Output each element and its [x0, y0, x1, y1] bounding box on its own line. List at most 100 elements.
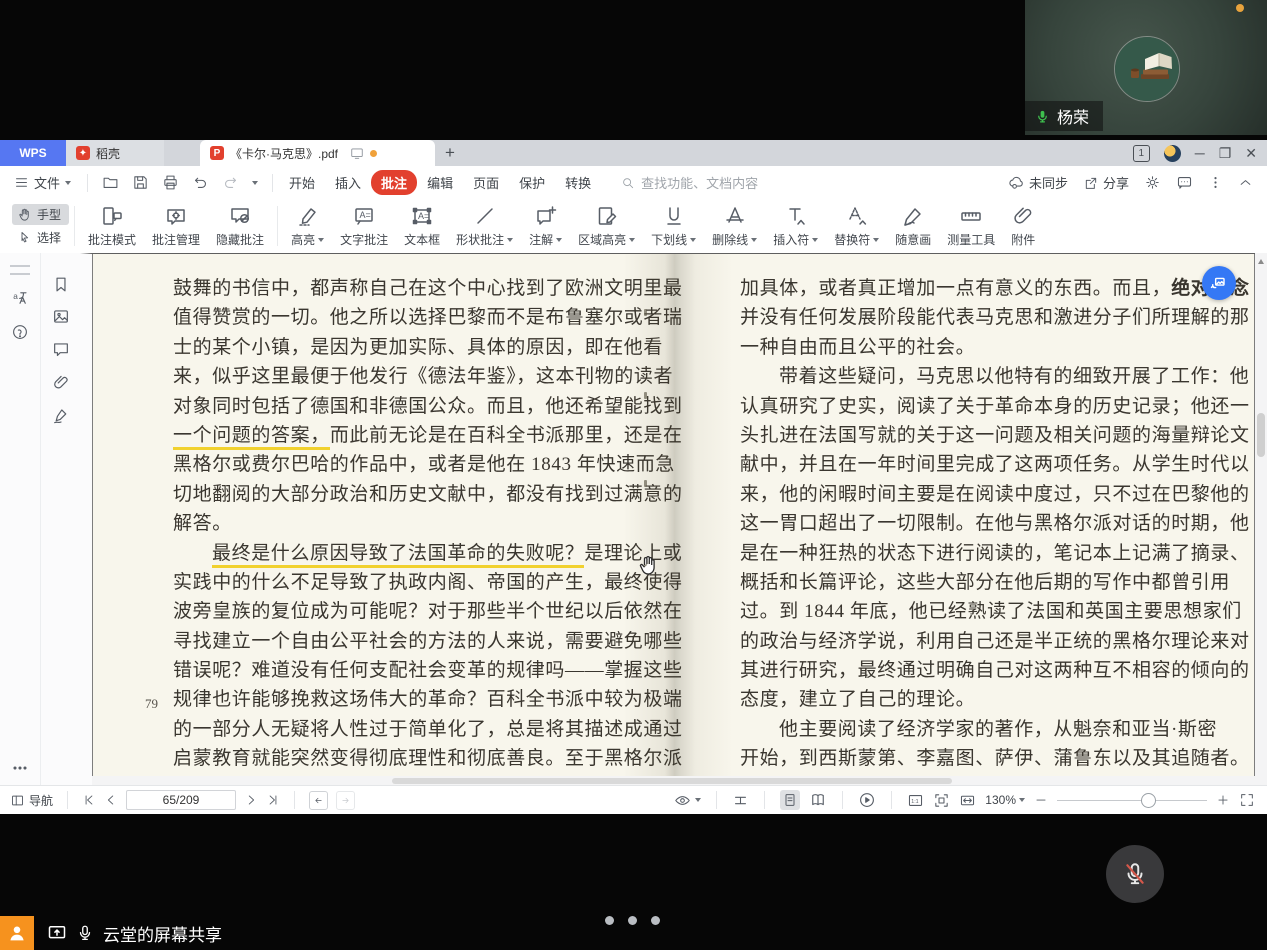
panel-handle[interactable] [10, 265, 30, 275]
actual-size-icon[interactable]: 1:1 [907, 792, 924, 809]
floating-extract-button[interactable] [1202, 266, 1236, 300]
webcam-tile[interactable]: 杨荣 [1025, 0, 1267, 135]
fit-page-icon[interactable] [933, 792, 950, 809]
book-text: 认真研究了史实，阅读了关于革命本身的历史记录；他还一 [740, 396, 1250, 417]
single-page-view-button[interactable] [780, 790, 800, 810]
freehand-draw-button[interactable]: 随意画 [887, 202, 939, 250]
zoom-level[interactable]: 130% [985, 793, 1025, 807]
menu-item-comment-active[interactable]: 批注 [371, 170, 417, 195]
comment-icon[interactable] [52, 340, 71, 359]
next-page-icon[interactable] [244, 793, 258, 807]
history-back-button[interactable] [309, 791, 328, 810]
zoom-out-button[interactable] [1034, 793, 1048, 807]
shape-comment-button[interactable]: 形状批注 [448, 202, 521, 250]
participant-name: 杨荣 [1057, 104, 1089, 128]
help-icon[interactable] [11, 323, 29, 341]
scrollbar-thumb[interactable] [1257, 413, 1265, 457]
zoom-in-button[interactable] [1216, 793, 1230, 807]
menu-item-convert[interactable]: 转换 [555, 170, 601, 195]
vertical-scrollbar[interactable] [1255, 253, 1267, 785]
scroll-mode-icon[interactable] [732, 792, 749, 809]
book-text-line: 寻找建立一个自由公平社会的方法的人来说，需要避免哪些 [173, 627, 613, 656]
menu-item-edit[interactable]: 编辑 [417, 170, 463, 195]
hide-comments-button[interactable]: 隐藏批注 [208, 202, 272, 250]
more-dots-icon[interactable] [10, 758, 30, 778]
comment-mode-button[interactable]: 批注模式 [80, 202, 144, 250]
page-number-input[interactable]: 65/209 [126, 790, 236, 810]
wps-home-button[interactable]: WPS [0, 140, 66, 166]
insert-caret-button[interactable]: 插入符 [765, 202, 826, 250]
navigation-toggle[interactable]: 导航 [10, 792, 53, 809]
text-comment-button[interactable]: A= 文字批注 [332, 202, 396, 250]
signature-icon[interactable] [52, 406, 71, 425]
document-viewport[interactable]: 鼓舞的书信中，都声称自己在这个中心找到了欧洲文明里最值得赞赏的一切。他之所以选择… [80, 253, 1255, 786]
minimize-button[interactable]: ─ [1195, 146, 1205, 160]
first-page-icon[interactable] [82, 793, 96, 807]
feedback-bubble-icon[interactable] [1176, 174, 1193, 191]
tab-docer[interactable]: ✦ 稻壳 [66, 140, 164, 166]
scrollbar-thumb[interactable] [392, 778, 952, 784]
save-icon[interactable] [132, 174, 149, 191]
maximize-button[interactable]: ❐ [1219, 146, 1232, 160]
area-highlight-button[interactable]: 区域高亮 [570, 202, 643, 250]
kebab-menu-icon[interactable] [1208, 175, 1223, 190]
dot[interactable] [628, 916, 637, 925]
note-button[interactable]: 注解 [521, 202, 570, 250]
new-tab-button[interactable]: + [435, 140, 465, 166]
close-button[interactable]: ✕ [1245, 146, 1257, 160]
slider-thumb[interactable] [1141, 793, 1156, 808]
select-tool-button[interactable]: 选择 [12, 227, 69, 248]
quickbar-more-icon[interactable] [252, 181, 258, 185]
measure-tool-button[interactable]: 测量工具 [939, 202, 1003, 250]
mic-on-icon [1035, 109, 1050, 124]
menu-item-page[interactable]: 页面 [463, 170, 509, 195]
image-icon[interactable] [52, 307, 71, 326]
menu-item-start[interactable]: 开始 [279, 170, 325, 195]
tab-document[interactable]: P 《卡尔·马克思》.pdf [200, 140, 435, 166]
search-box[interactable]: 查找功能、文档内容 [621, 173, 758, 192]
zoom-slider[interactable] [1057, 793, 1207, 807]
history-forward-button[interactable] [336, 791, 355, 810]
bookmark-icon[interactable] [52, 275, 71, 294]
doc-count-badge[interactable]: 1 [1133, 145, 1150, 162]
highlight-button[interactable]: 高亮 [283, 202, 332, 250]
search-icon [621, 176, 635, 190]
participant-badge[interactable] [0, 916, 34, 950]
tool-label: 删除线 [712, 231, 757, 248]
print-icon[interactable] [162, 174, 179, 191]
view-options-button[interactable] [674, 792, 701, 809]
dot[interactable] [605, 916, 614, 925]
slider-track [1057, 800, 1207, 802]
redo-icon[interactable] [222, 174, 239, 191]
book-text: 献中，并且在一年时间里完成了这两项任务。从学生时代以 [740, 454, 1250, 475]
collapse-ribbon-icon[interactable] [1238, 175, 1253, 190]
last-page-icon[interactable] [266, 793, 280, 807]
text-box-button[interactable]: A= 文本框 [396, 202, 448, 250]
paperclip-icon[interactable] [52, 373, 71, 392]
menu-item-protect[interactable]: 保护 [509, 170, 555, 195]
attachment-button[interactable]: 附件 [1003, 202, 1043, 250]
translate-icon[interactable]: a [11, 289, 29, 307]
account-avatar[interactable] [1164, 145, 1181, 162]
undo-icon[interactable] [192, 174, 209, 191]
share-button[interactable]: 分享 [1083, 173, 1129, 192]
open-folder-icon[interactable] [102, 174, 119, 191]
dot[interactable] [651, 916, 660, 925]
prev-page-icon[interactable] [104, 793, 118, 807]
two-page-view-icon[interactable] [809, 791, 827, 809]
scroll-up-arrow[interactable] [1258, 259, 1264, 264]
hand-tool-button[interactable]: 手型 [12, 204, 69, 225]
comment-manage-button[interactable]: 批注管理 [144, 202, 208, 250]
fit-width-icon[interactable] [959, 792, 976, 809]
slide-dots[interactable] [605, 916, 660, 925]
strikethrough-button[interactable]: 删除线 [704, 202, 765, 250]
fullscreen-icon[interactable] [1239, 792, 1255, 808]
mic-muted-button[interactable] [1106, 845, 1164, 903]
replace-mark-button[interactable]: 替换符 [826, 202, 887, 250]
sync-status[interactable]: 未同步 [1008, 173, 1068, 192]
settings-gear-icon[interactable] [1144, 174, 1161, 191]
underline-button[interactable]: 下划线 [643, 202, 704, 250]
file-menu[interactable]: 文件 [0, 173, 81, 192]
play-slideshow-icon[interactable] [858, 791, 876, 809]
menu-item-insert[interactable]: 插入 [325, 170, 371, 195]
